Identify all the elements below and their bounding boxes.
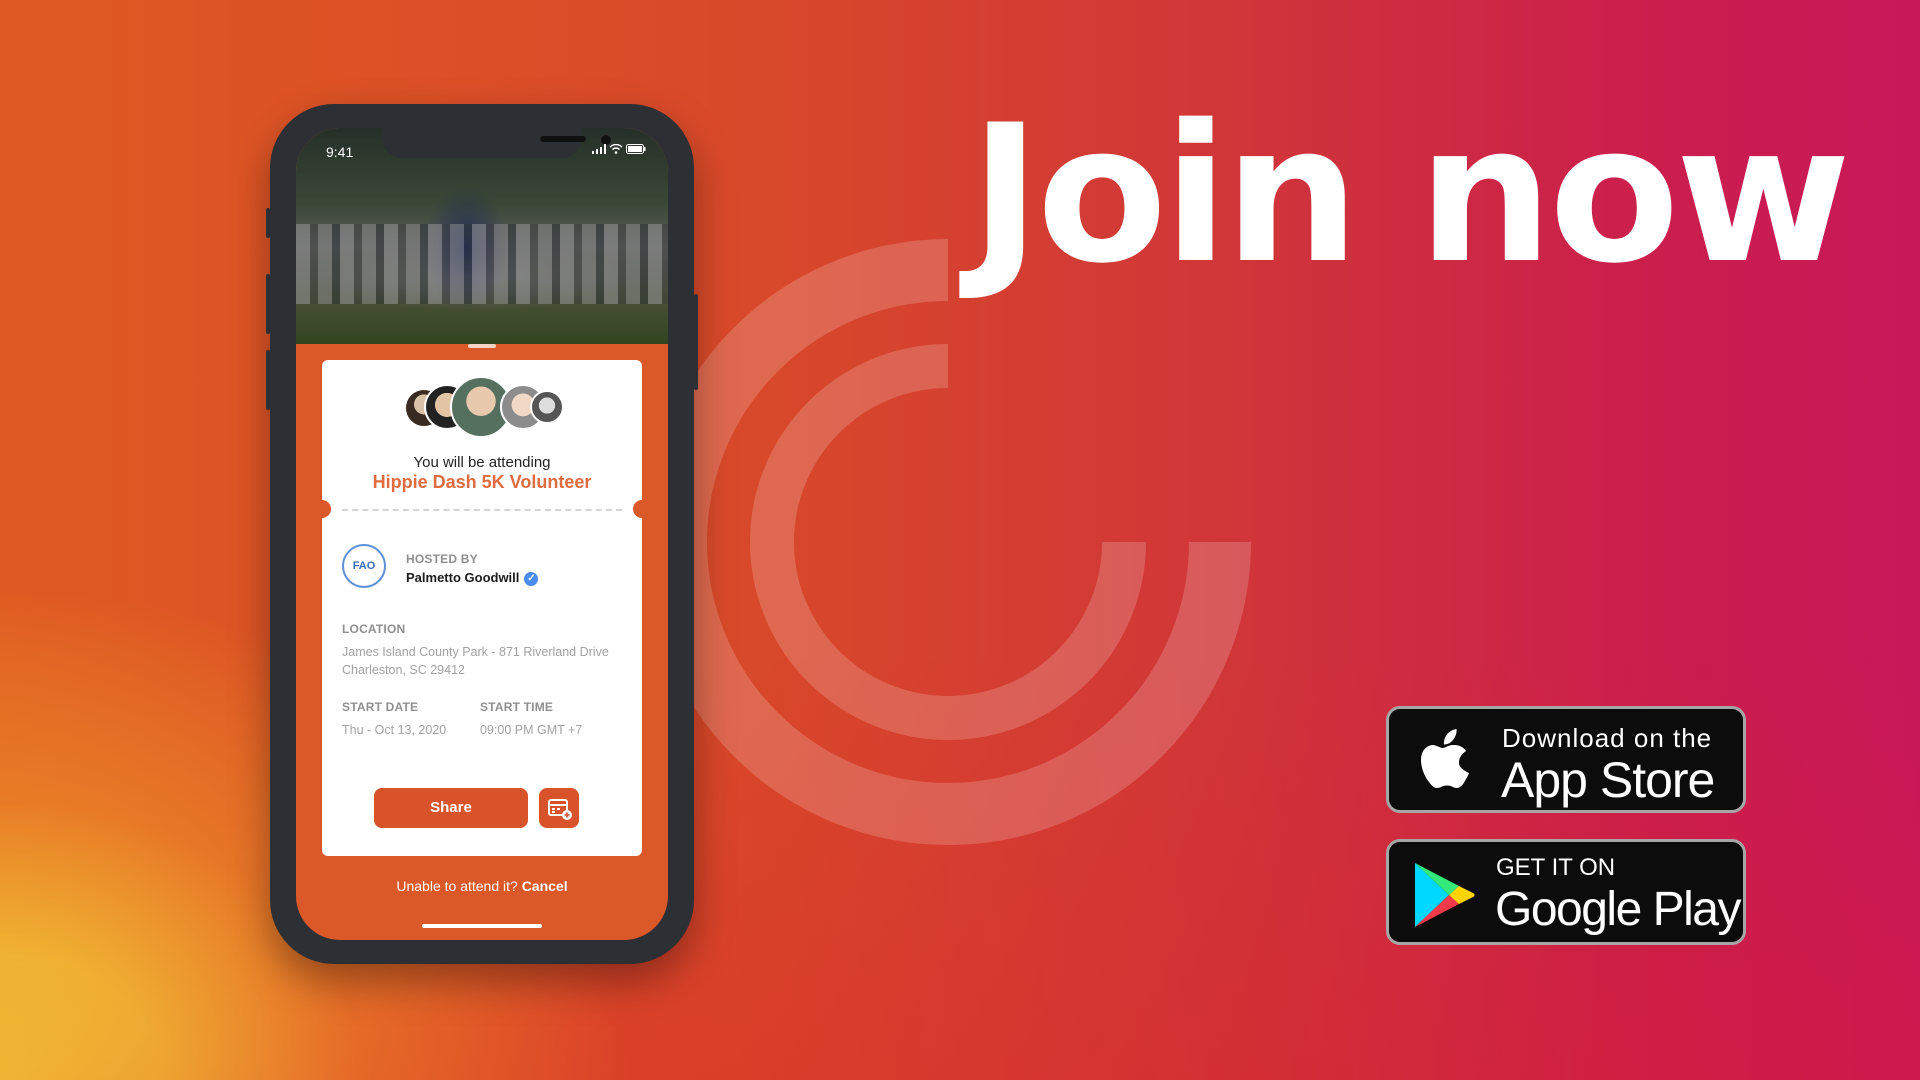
cancel-attendance: Unable to attend it? Cancel: [296, 878, 668, 894]
photo-overlay: [296, 128, 668, 344]
phone-speaker: [540, 136, 586, 142]
home-indicator: [422, 924, 542, 928]
wifi-icon: [609, 143, 623, 154]
cancel-link[interactable]: Cancel: [522, 878, 568, 894]
google-play-badge[interactable]: GET IT ON Google Play: [1386, 839, 1746, 945]
add-to-calendar-button[interactable]: [539, 788, 579, 828]
location-line-1: James Island County Park - 871 Riverland…: [342, 645, 609, 659]
status-time: 9:41: [326, 144, 354, 160]
location-line-2: Charleston, SC 29412: [342, 663, 465, 677]
google-play-big-text: Google Play: [1495, 883, 1742, 936]
battery-icon: [626, 144, 646, 154]
host-name[interactable]: Palmetto Goodwill ✓: [406, 570, 539, 586]
calendar-add-icon: [548, 799, 572, 820]
start-date-label: START DATE: [342, 700, 419, 714]
app-store-small-text: Download on the: [1502, 723, 1713, 753]
phone-screen: 9:41 You will be attending Hippie Dash 5…: [296, 128, 668, 940]
ticket-notch-right: [633, 500, 651, 518]
cancel-prompt: Unable to attend it?: [396, 878, 518, 894]
host-logo[interactable]: FAO: [342, 544, 386, 588]
verified-check-icon: ✓: [524, 571, 539, 586]
google-play-small-text: GET IT ON: [1496, 854, 1616, 881]
phone-mockup: 9:41 You will be attending Hippie Dash 5…: [266, 104, 698, 964]
phone-notch: [382, 128, 612, 158]
avatar: [530, 390, 564, 424]
event-ticket-card: You will be attending Hippie Dash 5K Vol…: [313, 360, 651, 856]
app-store-big-text: App Store: [1501, 752, 1715, 808]
phone-volume-down: [266, 350, 270, 410]
event-cover-photo: [296, 128, 668, 344]
start-time-label: START TIME: [480, 700, 554, 714]
status-icons: [591, 143, 646, 157]
location-label: LOCATION: [342, 622, 406, 636]
signal-icon: [591, 144, 606, 154]
phone-mute-switch: [266, 208, 270, 238]
google-play-logo-icon: [1415, 863, 1475, 927]
hosted-by-label: HOSTED BY: [406, 552, 478, 566]
phone-power-button: [694, 294, 698, 390]
sheet-drag-handle[interactable]: [468, 344, 496, 348]
ticket-divider: [342, 509, 622, 511]
join-now-headline: Join now: [970, 84, 1851, 305]
app-store-badge[interactable]: Download on the App Store: [1386, 706, 1746, 813]
attending-label: You will be attending: [413, 454, 551, 471]
start-date-value: Thu - Oct 13, 2020: [342, 723, 447, 737]
host-name-text: Palmetto Goodwill: [406, 570, 520, 585]
start-time-value: 09:00 PM GMT +7: [480, 723, 583, 737]
apple-logo-icon: [1421, 729, 1469, 788]
phone-volume-up: [266, 274, 270, 334]
attendee-avatars: [404, 376, 564, 442]
share-button[interactable]: Share: [374, 788, 528, 828]
ticket-notch-left: [313, 500, 331, 518]
event-title[interactable]: Hippie Dash 5K Volunteer: [322, 472, 642, 493]
